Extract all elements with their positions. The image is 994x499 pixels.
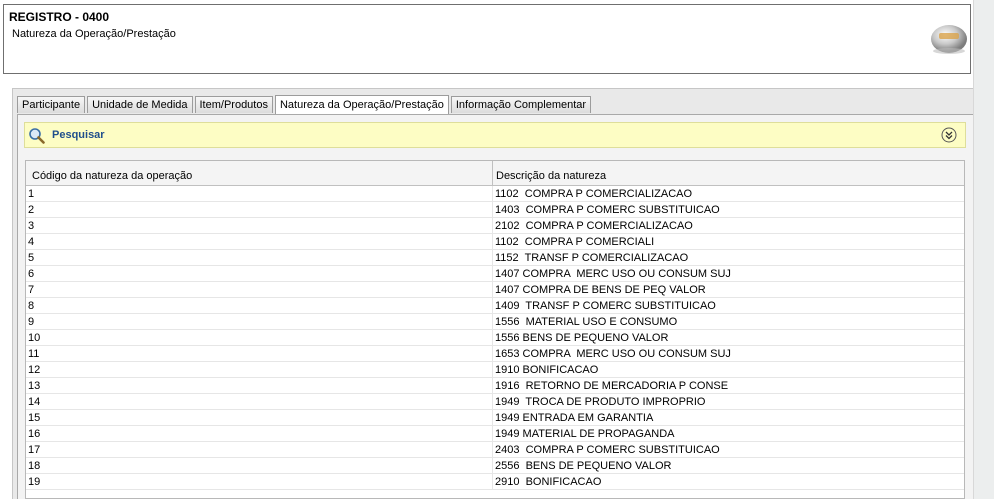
cell-codigo: 18 [26, 458, 493, 473]
cell-descricao: 2910 BONIFICACAO [495, 476, 602, 488]
tab-participante[interactable]: Participante [17, 96, 86, 113]
table-row[interactable]: 13 1916 RETORNO DE MERCADORIA P CONSE [26, 378, 964, 394]
cell-codigo: 5 [26, 250, 493, 265]
header-panel: REGISTRO - 0400 Natureza da Operação/Pre… [3, 4, 971, 74]
search-bar[interactable]: Pesquisar [24, 122, 966, 148]
cell-codigo: 2 [26, 202, 493, 217]
table-row[interactable]: 10 1556 BENS DE PEQUENO VALOR [26, 330, 964, 346]
cell-codigo: 9 [26, 314, 493, 329]
cell-codigo: 12 [26, 362, 493, 377]
cell-codigo: 6 [26, 266, 493, 281]
table-row[interactable]: 7 1407 COMPRA DE BENS DE PEQ VALOR [26, 282, 964, 298]
table-row[interactable]: 17 2403 COMPRA P COMERC SUBSTITUICAO [26, 442, 964, 458]
column-header-codigo[interactable]: Código da natureza da operação [26, 161, 493, 185]
cell-descricao: 2102 COMPRA P COMERCIALIZACAO [495, 220, 693, 232]
cell-descricao: 1152 TRANSF P COMERCIALIZACAO [495, 252, 689, 264]
cell-codigo: 3 [26, 218, 493, 233]
cell-descricao: 1407 COMPRA DE BENS DE PEQ VALOR [495, 284, 706, 296]
table-row[interactable]: 3 2102 COMPRA P COMERCIALIZACAO [26, 218, 964, 234]
cell-codigo: 17 [26, 442, 493, 457]
cell-descricao: 2403 COMPRA P COMERC SUBSTITUICAO [495, 444, 720, 456]
cell-codigo: 16 [26, 426, 493, 441]
cell-descricao: 1949 MATERIAL DE PROPAGANDA [495, 428, 675, 440]
table-header: Código da natureza da operação Descrição… [26, 161, 964, 186]
cell-codigo: 19 [26, 474, 493, 489]
cell-descricao: 1556 BENS DE PEQUENO VALOR [495, 332, 669, 344]
table-row[interactable]: 6 1407 COMPRA MERC USO OU CONSUM SUJ [26, 266, 964, 282]
search-icon [29, 128, 45, 144]
cell-codigo: 4 [26, 234, 493, 249]
page-subtitle: Natureza da Operação/Prestação [12, 28, 176, 40]
table-row[interactable]: 18 2556 BENS DE PEQUENO VALOR [26, 458, 964, 474]
double-chevron-down-icon[interactable] [941, 127, 957, 143]
tab-natureza-operacao[interactable]: Natureza da Operação/Prestação [274, 95, 449, 114]
table-row[interactable]: 15 1949 ENTRADA EM GARANTIA [26, 410, 964, 426]
cell-descricao: 1949 ENTRADA EM GARANTIA [495, 412, 654, 424]
table-row[interactable]: 5 1152 TRANSF P COMERCIALIZACAO [26, 250, 964, 266]
vertical-scrollbar[interactable] [973, 0, 994, 499]
cell-codigo: 15 [26, 410, 493, 425]
data-table: Código da natureza da operação Descrição… [25, 160, 965, 499]
tab-bar: Participante Unidade de Medida Item/Prod… [17, 95, 593, 114]
cell-descricao: 1653 COMPRA MERC USO OU CONSUM SUJ [495, 348, 731, 360]
table-row[interactable]: 2 1403 COMPRA P COMERC SUBSTITUICAO [26, 202, 964, 218]
column-header-descricao[interactable]: Descrição da natureza [493, 161, 964, 185]
cell-descricao: 1910 BONIFICACAO [495, 364, 599, 376]
cell-descricao: 1916 RETORNO DE MERCADORIA P CONSE [495, 380, 729, 392]
table-row[interactable]: 8 1409 TRANSF P COMERC SUBSTITUICAO [26, 298, 964, 314]
table-row[interactable]: 4 1102 COMPRA P COMERCIALI [26, 234, 964, 250]
table-body: 1 1102 COMPRA P COMERCIALIZACAO 2 1403 COMP… [26, 186, 964, 490]
cell-descricao: 2556 BENS DE PEQUENO VALOR [495, 460, 672, 472]
cell-codigo: 14 [26, 394, 493, 409]
cell-codigo: 11 [26, 346, 493, 361]
cell-codigo: 8 [26, 298, 493, 313]
cell-codigo: 7 [26, 282, 493, 297]
app-logo-icon [931, 25, 967, 54]
table-row[interactable]: 11 1653 COMPRA MERC USO OU CONSUM SUJ [26, 346, 964, 362]
cell-codigo: 1 [26, 186, 493, 201]
cell-codigo: 13 [26, 378, 493, 393]
cell-descricao: 1403 COMPRA P COMERC SUBSTITUICAO [495, 204, 720, 216]
page-title: REGISTRO - 0400 [9, 10, 110, 24]
cell-descricao: 1407 COMPRA MERC USO OU CONSUM SUJ [495, 268, 731, 280]
cell-descricao: 1556 MATERIAL USO E CONSUMO [495, 316, 678, 328]
tab-informacao-complementar[interactable]: Informação Complementar [450, 96, 592, 113]
table-row[interactable]: 12 1910 BONIFICACAO [26, 362, 964, 378]
cell-descricao: 1949 TROCA DE PRODUTO IMPROPRIO [495, 396, 706, 408]
table-row[interactable]: 16 1949 MATERIAL DE PROPAGANDA [26, 426, 964, 442]
table-row[interactable]: 9 1556 MATERIAL USO E CONSUMO [26, 314, 964, 330]
table-row[interactable]: 1 1102 COMPRA P COMERCIALIZACAO [26, 186, 964, 202]
table-row[interactable]: 19 2910 BONIFICACAO [26, 474, 964, 490]
tab-item-produtos[interactable]: Item/Produtos [194, 96, 273, 113]
cell-descricao: 1102 COMPRA P COMERCIALI [495, 236, 655, 248]
table-row[interactable]: 14 1949 TROCA DE PRODUTO IMPROPRIO [26, 394, 964, 410]
cell-descricao: 1409 TRANSF P COMERC SUBSTITUICAO [495, 300, 716, 312]
cell-codigo: 10 [26, 330, 493, 345]
search-label[interactable]: Pesquisar [52, 129, 105, 141]
cell-descricao: 1102 COMPRA P COMERCIALIZACAO [495, 188, 693, 200]
tab-unidade-de-medida[interactable]: Unidade de Medida [87, 96, 193, 113]
